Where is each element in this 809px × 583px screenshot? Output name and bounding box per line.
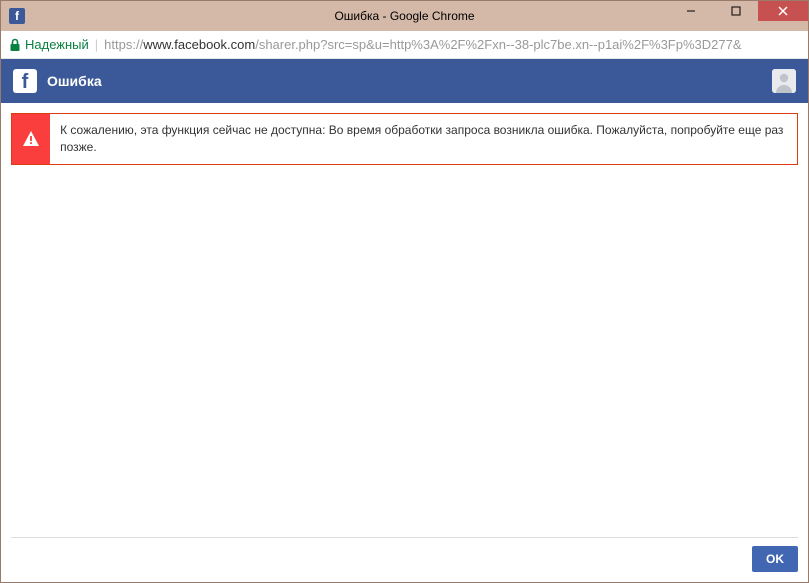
avatar-icon <box>772 69 796 93</box>
error-icon-container <box>12 114 50 164</box>
address-separator: | <box>95 37 98 52</box>
error-message: К сожалению, эта функция сейчас не досту… <box>50 114 797 164</box>
url-host: www.facebook.com <box>143 37 255 52</box>
avatar[interactable] <box>772 69 796 93</box>
page-title: Ошибка <box>47 73 772 89</box>
close-icon <box>778 6 788 16</box>
window-controls <box>668 1 808 21</box>
url-text: https://www.facebook.com/sharer.php?src=… <box>104 37 741 52</box>
facebook-logo-icon[interactable]: f <box>13 69 37 93</box>
facebook-header: f Ошибка <box>1 59 808 103</box>
minimize-icon <box>686 6 696 16</box>
dialog-footer: OK <box>11 537 798 572</box>
close-button[interactable] <box>758 1 808 21</box>
warning-icon <box>22 130 40 148</box>
lock-icon <box>9 38 21 52</box>
window-titlebar[interactable]: f Ошибка - Google Chrome <box>1 1 808 31</box>
maximize-button[interactable] <box>713 1 758 21</box>
minimize-button[interactable] <box>668 1 713 21</box>
maximize-icon <box>731 6 741 16</box>
secure-label: Надежный <box>25 37 89 52</box>
ok-button[interactable]: OK <box>752 546 798 572</box>
facebook-favicon: f <box>9 8 25 24</box>
url-path: /sharer.php?src=sp&u=http%3A%2F%2Fxn--38… <box>255 37 741 52</box>
content-area: К сожалению, эта функция сейчас не досту… <box>1 103 808 582</box>
address-bar[interactable]: Надежный | https://www.facebook.com/shar… <box>1 31 808 59</box>
error-banner: К сожалению, эта функция сейчас не досту… <box>11 113 798 165</box>
url-scheme: https:// <box>104 37 143 52</box>
